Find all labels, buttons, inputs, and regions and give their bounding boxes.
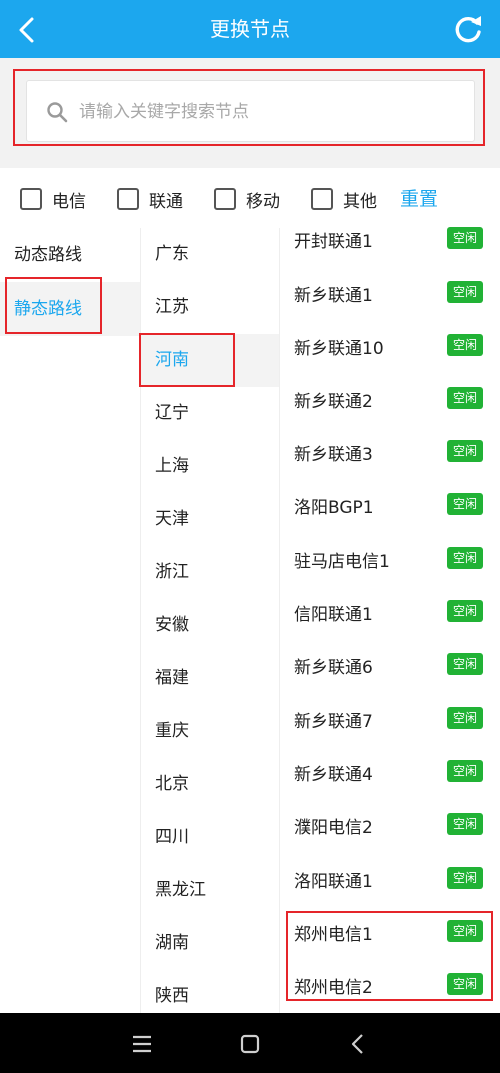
node-item[interactable]: 郑州电信2 空闲 [281, 959, 500, 1012]
status-badge: 空闲 [447, 867, 483, 889]
province-item[interactable]: 天津 [141, 493, 279, 546]
node-name: 驻马店电信1 [294, 552, 390, 572]
province-item[interactable]: 广东 [141, 228, 279, 281]
node-item[interactable]: 驻马店电信1 空闲 [281, 533, 500, 586]
node-item[interactable]: 洛阳BGP1 空闲 [281, 479, 500, 532]
node-item[interactable]: 濮阳电信2 空闲 [281, 799, 500, 852]
node-item[interactable]: 新乡联通2 空闲 [281, 373, 500, 426]
node-name: 新乡联通1 [294, 286, 373, 306]
status-badge: 空闲 [447, 600, 483, 622]
status-badge: 空闲 [447, 387, 483, 409]
province-item[interactable]: 安徽 [141, 599, 279, 652]
system-nav-bar [0, 1013, 500, 1073]
status-badge: 空闲 [447, 281, 483, 303]
node-list: 开封联通1 空闲 新乡联通1 空闲 新乡联通10 空闲 新乡联通2 空闲 新乡联… [281, 213, 500, 1013]
node-item[interactable]: 新乡联通6 空闲 [281, 639, 500, 692]
filter-other[interactable]: 其他 [311, 186, 377, 212]
node-name: 濮阳电信2 [294, 818, 373, 838]
status-badge: 空闲 [447, 920, 483, 942]
filter-telecom[interactable]: 电信 [20, 186, 86, 212]
status-badge: 空闲 [447, 973, 483, 995]
page-title: 更换节点 [210, 17, 290, 41]
node-name: 信阳联通1 [294, 605, 373, 625]
province-item[interactable]: 黑龙江 [141, 864, 279, 917]
node-name: 新乡联通2 [294, 392, 373, 412]
province-item[interactable]: 辽宁 [141, 387, 279, 440]
province-item[interactable]: 北京 [141, 758, 279, 811]
node-item[interactable]: 新乡联通3 空闲 [281, 426, 500, 479]
status-badge: 空闲 [447, 760, 483, 782]
filter-label: 其他 [343, 191, 377, 212]
search-input[interactable] [79, 93, 459, 131]
node-item[interactable]: 洛阳联通1 空闲 [281, 853, 500, 906]
node-item[interactable]: 郑州电信1 空闲 [281, 906, 500, 959]
node-item[interactable]: 新乡联通10 空闲 [281, 320, 500, 373]
status-badge: 空闲 [447, 653, 483, 675]
refresh-icon[interactable] [450, 12, 486, 48]
status-badge: 空闲 [447, 547, 483, 569]
reset-button[interactable]: 重置 [400, 184, 438, 211]
filter-mobile[interactable]: 移动 [214, 186, 280, 212]
province-item[interactable]: 湖南 [141, 917, 279, 970]
node-item[interactable]: 信阳联通1 空闲 [281, 586, 500, 639]
node-item[interactable]: 开封联通1 空闲 [281, 213, 500, 266]
node-item[interactable]: 新乡联通7 空闲 [281, 693, 500, 746]
node-name: 新乡联通3 [294, 445, 373, 465]
province-item[interactable]: 浙江 [141, 546, 279, 599]
node-name: 新乡联通10 [294, 339, 384, 359]
node-name: 新乡联通6 [294, 658, 373, 678]
node-name: 新乡联通4 [294, 765, 373, 785]
status-badge: 空闲 [447, 707, 483, 729]
status-badge: 空闲 [447, 334, 483, 356]
app-header: 更换节点 [0, 0, 500, 58]
province-item[interactable]: 四川 [141, 811, 279, 864]
home-square-icon[interactable] [237, 1031, 263, 1057]
filter-label: 电信 [52, 191, 86, 212]
filter-label: 联通 [149, 191, 183, 212]
filter-unicom[interactable]: 联通 [117, 186, 183, 212]
province-item[interactable]: 福建 [141, 652, 279, 705]
search-area [0, 58, 500, 168]
province-item[interactable]: 重庆 [141, 705, 279, 758]
node-item[interactable]: 新乡联通1 空闲 [281, 267, 500, 320]
province-list: 广东 江苏 河南 辽宁 上海 天津 浙江 安徽 福建 重庆 北京 四川 黑龙江 … [140, 228, 280, 1013]
checkbox[interactable] [311, 188, 333, 210]
status-badge: 空闲 [447, 813, 483, 835]
route-type-dynamic[interactable]: 动态路线 [0, 228, 140, 282]
node-item[interactable]: 新乡联通4 空闲 [281, 746, 500, 799]
status-badge: 空闲 [447, 227, 483, 249]
node-name: 洛阳联通1 [294, 872, 373, 892]
node-name: 洛阳BGP1 [294, 498, 374, 518]
search-icon [47, 102, 68, 123]
node-name: 新乡联通7 [294, 712, 373, 732]
province-item[interactable]: 江苏 [141, 281, 279, 334]
checkbox[interactable] [117, 188, 139, 210]
route-type-list: 动态路线 静态路线 [0, 228, 140, 1013]
status-badge: 空闲 [447, 493, 483, 515]
node-name: 郑州电信1 [294, 925, 373, 945]
province-item-selected[interactable]: 河南 [141, 334, 279, 387]
route-type-static[interactable]: 静态路线 [0, 282, 140, 336]
province-item[interactable]: 上海 [141, 440, 279, 493]
node-name: 郑州电信2 [294, 978, 373, 998]
status-badge: 空闲 [447, 440, 483, 462]
menu-icon[interactable] [129, 1031, 155, 1057]
checkbox[interactable] [214, 188, 236, 210]
search-box[interactable] [26, 80, 475, 142]
filter-label: 移动 [246, 191, 280, 212]
checkbox[interactable] [20, 188, 42, 210]
node-name: 开封联通1 [294, 232, 373, 252]
back-triangle-icon[interactable] [345, 1031, 371, 1057]
